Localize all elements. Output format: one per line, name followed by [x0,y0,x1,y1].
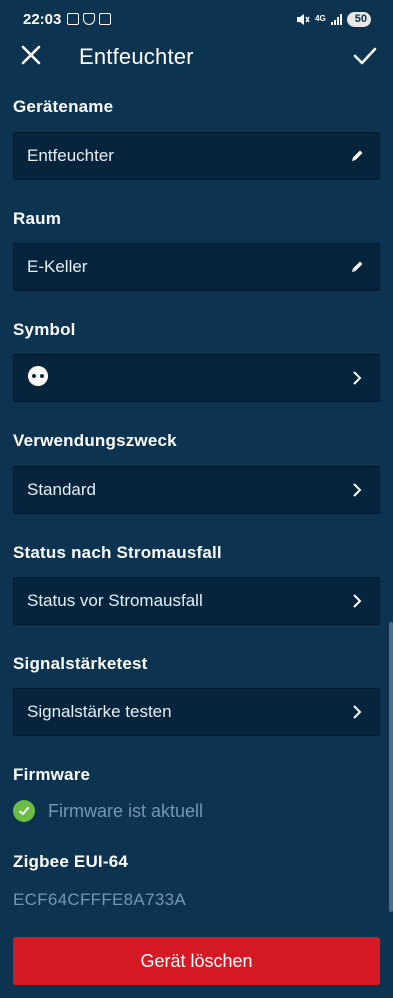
sim-icon [99,13,112,25]
signal-test-field[interactable]: Signalstärke testen [13,688,380,736]
signal-test-value: Signalstärke testen [27,702,172,721]
device-name-label: Gerätename [13,97,114,116]
chevron-right-icon [349,370,365,386]
firmware-label: Firmware [13,765,91,784]
app-bar: Entfeuchter [0,38,393,76]
power-status-label: Status nach Stromausfall [13,543,222,562]
firmware-status: Firmware ist aktuell [13,800,203,822]
screenshot-icon [67,13,80,25]
pencil-icon [349,259,365,275]
power-status-field[interactable]: Status vor Stromausfall [13,577,380,625]
network-type: 4G [315,14,326,23]
firmware-status-text: Firmware ist aktuell [48,800,204,821]
delete-device-button[interactable]: Gerät löschen [13,937,380,985]
close-button[interactable] [18,42,46,70]
checkmark-icon [353,47,377,65]
notification-icons [67,13,112,25]
room-value: E-Keller [27,257,88,276]
battery-indicator: 50 [346,11,371,27]
zigbee-eui-value: ECF64CFFFE8A733A [13,890,186,909]
status-bar: 22:03 4G 50 [0,0,393,38]
pencil-icon [349,148,365,164]
purpose-value: Standard [27,480,96,499]
mute-icon [297,13,310,25]
status-bar-left: 22:03 [23,10,112,28]
status-time: 22:03 [23,10,62,28]
power-status-value: Status vor Stromausfall [27,591,203,610]
check-circle-icon [13,800,35,822]
purpose-label: Verwendungszweck [13,431,177,450]
room-label: Raum [13,209,62,228]
zigbee-label: Zigbee EUI-64 [13,852,129,871]
close-icon [21,45,41,65]
signal-test-label: Signalstärketest [13,654,148,673]
page-title: Entfeuchter [79,44,194,69]
chevron-right-icon [349,704,365,720]
device-name-value: Entfeuchter [27,146,114,165]
shield-icon [83,13,96,25]
purpose-field[interactable]: Standard [13,466,380,514]
chevron-right-icon [349,482,365,498]
plug-icon [27,365,49,392]
scrollbar[interactable] [389,622,393,912]
symbol-label: Symbol [13,320,76,339]
status-bar-right: 4G 50 [296,11,371,27]
device-name-field[interactable]: Entfeuchter [13,132,380,180]
battery-level: 50 [354,13,367,25]
chevron-right-icon [349,593,365,609]
symbol-field[interactable] [13,354,380,402]
room-field[interactable]: E-Keller [13,243,380,291]
save-button[interactable] [351,42,379,70]
signal-icon [330,13,342,25]
